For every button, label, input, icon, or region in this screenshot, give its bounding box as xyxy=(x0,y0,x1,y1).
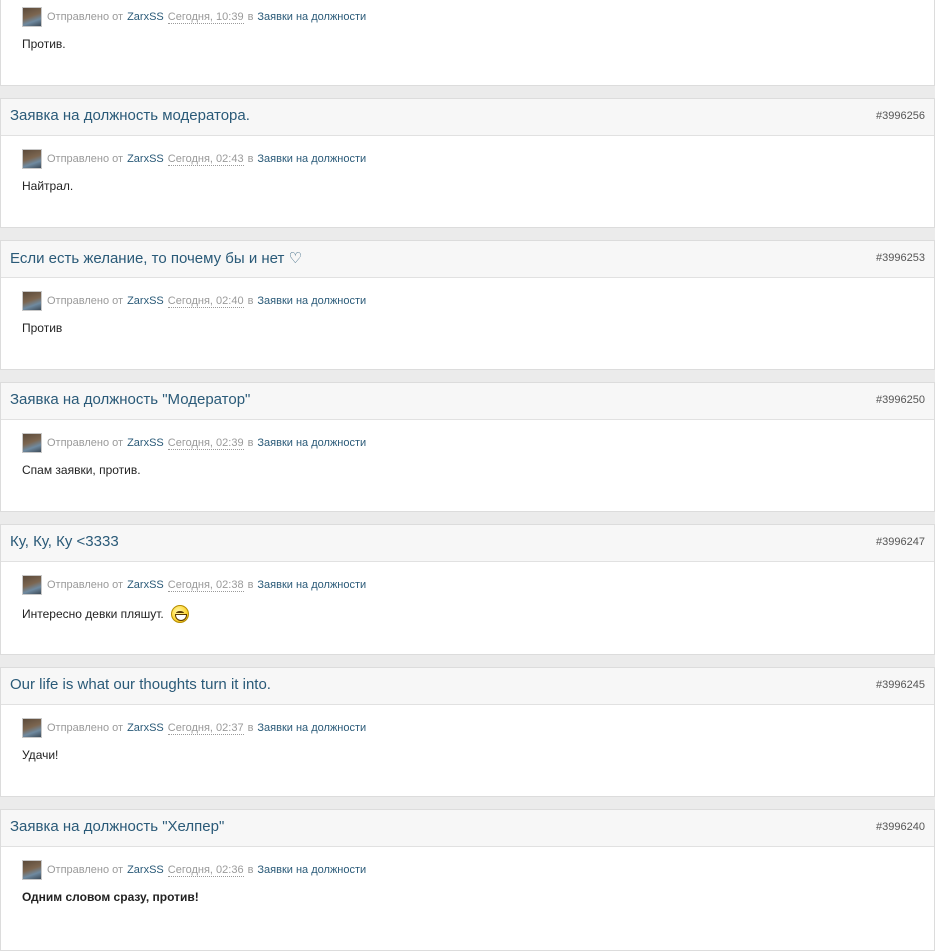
post-card: Ку, Ку, Ку <3333 #3996247 Отправлено от Zar… xyxy=(0,524,935,655)
post-body: Найтрал. xyxy=(22,179,934,193)
post-id-link[interactable]: #3996247 xyxy=(876,536,925,548)
post-id-link[interactable]: #3996256 xyxy=(876,110,925,122)
post-meta: Отправлено от ZarxSS Сегодня, 02:37 в Заявки… xyxy=(22,717,934,739)
post-title-link[interactable]: Заявка на должность "Хелпер" xyxy=(10,818,224,835)
post-title-link[interactable]: Заявка на должность "Модератор" xyxy=(10,391,250,408)
sent-label: Отправлено от xyxy=(47,864,124,876)
in-label: в xyxy=(247,864,254,876)
author-link[interactable]: ZarxSS xyxy=(127,153,164,165)
post-card: Заявка на должность модератора. #3996256 О… xyxy=(0,98,935,228)
post-id-link[interactable]: #3996253 xyxy=(876,252,925,264)
post-date: Сегодня, 02:39 xyxy=(167,436,244,450)
post-body: Удачи! xyxy=(22,748,934,762)
author-avatar[interactable] xyxy=(22,291,42,311)
post-body: Против xyxy=(22,321,934,335)
post-date: Сегодня, 02:36 xyxy=(167,863,244,877)
post-text: Одним словом сразу, против! xyxy=(22,890,199,904)
sent-label: Отправлено от xyxy=(47,153,124,165)
post-header: Ку, Ку, Ку <3333 #3996247 xyxy=(1,525,934,562)
in-label: в xyxy=(247,153,254,165)
post-meta: Отправлено от ZarxSS Сегодня, 02:43 в Заявки… xyxy=(22,148,934,170)
post-body: Спам заявки, против. xyxy=(22,463,934,477)
sent-label: Отправлено от xyxy=(47,722,124,734)
post-card: Заявка на должность "Хелпер" #3996240 Отпр… xyxy=(0,809,935,951)
post-text: Спам заявки, против. xyxy=(22,463,141,477)
post-meta: Отправлено от ZarxSS Сегодня, 02:39 в Заявки… xyxy=(22,432,934,454)
in-label: в xyxy=(247,437,254,449)
category-link[interactable]: Заявки на должности xyxy=(257,864,366,876)
category-link[interactable]: Заявки на должности xyxy=(257,11,366,23)
post-id-link[interactable]: #3996250 xyxy=(876,394,925,406)
grin-smiley-icon xyxy=(170,605,189,623)
post-body: Интересно девки пляшут. xyxy=(22,605,934,623)
author-link[interactable]: ZarxSS xyxy=(127,722,164,734)
author-avatar[interactable] xyxy=(22,149,42,169)
post-text: Против. xyxy=(22,37,66,51)
author-link[interactable]: ZarxSS xyxy=(127,579,164,591)
post-text: Удачи! xyxy=(22,748,59,762)
author-link[interactable]: ZarxSS xyxy=(127,864,164,876)
sent-label: Отправлено от xyxy=(47,295,124,307)
post-body: Против. xyxy=(22,37,934,51)
post-title-link[interactable]: Our life is what our thoughts turn it in… xyxy=(10,676,271,693)
in-label: в xyxy=(247,295,254,307)
post-card: Our life is what our thoughts turn it in… xyxy=(0,667,935,797)
post-card: Заявка на должность "Модератор" #3996250 О… xyxy=(0,382,935,512)
sent-label: Отправлено от xyxy=(47,437,124,449)
post-title-link[interactable]: Ку, Ку, Ку <3333 xyxy=(10,533,119,550)
author-avatar[interactable] xyxy=(22,718,42,738)
author-avatar[interactable] xyxy=(22,7,42,27)
post-meta: Отправлено от ZarxSS Сегодня, 02:38 в Заявки… xyxy=(22,574,934,596)
post-header: Заявка на должность "Хелпер" #3996240 xyxy=(1,810,934,847)
post-meta: Отправлено от ZarxSS Сегодня, 02:40 в Заявки… xyxy=(22,290,934,312)
post-text: Против xyxy=(22,321,63,335)
post-date: Сегодня, 10:39 xyxy=(167,10,244,24)
sent-label: Отправлено от xyxy=(47,11,124,23)
author-link[interactable]: ZarxSS xyxy=(127,11,164,23)
post-body: Одним словом сразу, против! xyxy=(22,890,934,904)
in-label: в xyxy=(247,11,254,23)
post-header: Если есть желание, то почему бы и нет ♡ #… xyxy=(1,241,934,278)
post-meta: Отправлено от ZarxSS Сегодня, 10:39 в Заявки… xyxy=(22,6,934,28)
post-date: Сегодня, 02:40 xyxy=(167,294,244,308)
post-date: Сегодня, 02:43 xyxy=(167,152,244,166)
post-text: Найтрал. xyxy=(22,179,74,193)
post-card: Если есть желание, то почему бы и нет ♡ #… xyxy=(0,240,935,370)
post-id-link[interactable]: #3996240 xyxy=(876,821,925,833)
author-avatar[interactable] xyxy=(22,860,42,880)
category-link[interactable]: Заявки на должности xyxy=(257,579,366,591)
sent-label: Отправлено от xyxy=(47,579,124,591)
post-header: Заявка на должность модератора. #3996256 xyxy=(1,99,934,136)
category-link[interactable]: Заявки на должности xyxy=(257,722,366,734)
post-meta: Отправлено от ZarxSS Сегодня, 02:36 в Заявки… xyxy=(22,859,934,881)
post-date: Сегодня, 02:37 xyxy=(167,721,244,735)
author-link[interactable]: ZarxSS xyxy=(127,295,164,307)
in-label: в xyxy=(247,579,254,591)
post-title-link[interactable]: Заявка на должность модератора. xyxy=(10,107,250,124)
author-avatar[interactable] xyxy=(22,433,42,453)
post-header: Our life is what our thoughts turn it in… xyxy=(1,668,934,705)
post-title-link[interactable]: Если есть желание, то почему бы и нет ♡ xyxy=(10,249,302,267)
author-avatar[interactable] xyxy=(22,575,42,595)
post-id-link[interactable]: #3996245 xyxy=(876,679,925,691)
category-link[interactable]: Заявки на должности xyxy=(257,295,366,307)
category-link[interactable]: Заявки на должности xyxy=(257,153,366,165)
post-text: Интересно девки пляшут. xyxy=(22,607,164,621)
author-link[interactable]: ZarxSS xyxy=(127,437,164,449)
post-header: Заявка на должность "Модератор" #3996250 xyxy=(1,383,934,420)
post-date: Сегодня, 02:38 xyxy=(167,578,244,592)
category-link[interactable]: Заявки на должности xyxy=(257,437,366,449)
post-card: Отправлено от ZarxSS Сегодня, 10:39 в Заявки… xyxy=(0,0,935,86)
in-label: в xyxy=(247,722,254,734)
